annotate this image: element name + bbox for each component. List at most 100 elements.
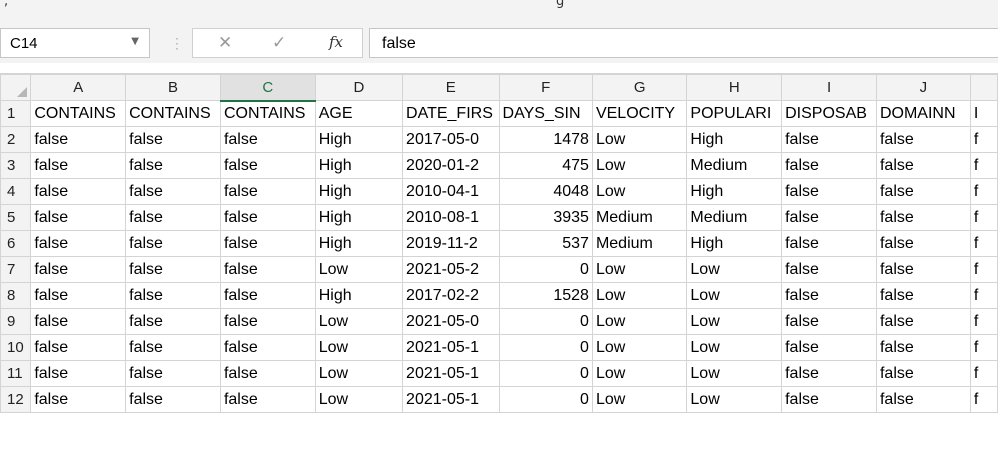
cell[interactable]: 2010-08-1 xyxy=(402,204,500,231)
chevron-down-icon[interactable]: ▼ xyxy=(131,36,139,47)
cell[interactable]: false xyxy=(781,386,877,413)
cell[interactable]: false xyxy=(875,256,971,283)
cell[interactable]: 0 xyxy=(498,386,593,413)
column-header-h[interactable]: H xyxy=(686,74,783,101)
spreadsheet-grid[interactable]: ABCDEFGHIJ 1 CONTAINS CONTAINS CONTAINS AGE D… xyxy=(0,73,998,451)
cell[interactable]: false xyxy=(30,152,127,179)
cell[interactable]: Medium xyxy=(591,204,688,231)
cell[interactable]: false xyxy=(125,308,221,335)
cell[interactable]: false xyxy=(219,230,316,257)
cell[interactable]: Low xyxy=(314,386,404,413)
cell[interactable]: false xyxy=(219,308,316,335)
row-header[interactable]: 7 xyxy=(0,256,32,283)
cell[interactable]: false xyxy=(30,360,127,387)
column-header-e[interactable]: E xyxy=(402,74,500,101)
cell[interactable]: High xyxy=(314,178,404,205)
cell[interactable]: Low xyxy=(686,282,783,309)
cell[interactable]: false xyxy=(219,152,316,179)
cell[interactable]: DISPOSAB xyxy=(781,100,877,127)
cell[interactable]: POPULARI xyxy=(686,100,783,127)
row-header[interactable]: 3 xyxy=(0,152,32,179)
cell[interactable]: Low xyxy=(591,360,688,387)
cell[interactable]: false xyxy=(30,178,127,205)
cell[interactable]: Low xyxy=(591,126,688,153)
column-header-overflow[interactable] xyxy=(969,74,998,101)
row-header[interactable]: 5 xyxy=(0,204,32,231)
cell[interactable]: false xyxy=(781,126,877,153)
cell[interactable]: High xyxy=(314,230,404,257)
sheet-table[interactable]: ABCDEFGHIJ 1 CONTAINS CONTAINS CONTAINS AGE D… xyxy=(0,74,998,413)
cell[interactable]: f xyxy=(969,308,998,335)
cell[interactable]: false xyxy=(125,256,221,283)
cell[interactable]: false xyxy=(219,126,316,153)
cell[interactable]: High xyxy=(314,204,404,231)
cell[interactable]: Low xyxy=(591,282,688,309)
cell[interactable]: false xyxy=(781,178,877,205)
cell[interactable]: f xyxy=(969,256,998,283)
cell[interactable]: I xyxy=(969,100,998,127)
cell[interactable]: High xyxy=(686,126,783,153)
cell[interactable]: false xyxy=(219,282,316,309)
cell[interactable]: CONTAINS xyxy=(125,100,221,127)
cell[interactable]: f xyxy=(969,360,998,387)
column-header-c[interactable]: C xyxy=(219,74,316,102)
cell[interactable]: High xyxy=(314,282,404,309)
formula-input[interactable]: false xyxy=(369,28,998,58)
cell[interactable]: f xyxy=(969,178,998,205)
cell[interactable]: 2021-05-1 xyxy=(402,386,500,413)
cell[interactable]: High xyxy=(686,230,783,257)
cell[interactable]: false xyxy=(875,282,971,309)
cell[interactable]: 2019-11-2 xyxy=(402,230,500,257)
cell[interactable]: false xyxy=(219,256,316,283)
cell[interactable]: 2021-05-1 xyxy=(402,334,500,361)
enter-check-icon[interactable]: ✓ xyxy=(272,33,286,53)
cell[interactable]: 0 xyxy=(498,308,593,335)
cell[interactable]: 537 xyxy=(498,230,593,257)
cell[interactable]: Low xyxy=(314,334,404,361)
cell[interactable]: 2021-05-2 xyxy=(402,256,500,283)
cell[interactable]: Medium xyxy=(686,152,783,179)
cell[interactable]: 0 xyxy=(498,360,593,387)
cell[interactable]: High xyxy=(314,152,404,179)
cell[interactable]: AGE xyxy=(314,100,404,127)
cell[interactable]: false xyxy=(219,204,316,231)
column-header-g[interactable]: G xyxy=(591,74,688,101)
cell[interactable]: f xyxy=(969,334,998,361)
cell[interactable]: false xyxy=(875,334,971,361)
cell[interactable]: false xyxy=(30,230,127,257)
cell[interactable]: false xyxy=(219,334,316,361)
cell[interactable]: Low xyxy=(591,152,688,179)
cell[interactable]: false xyxy=(125,126,221,153)
cell[interactable]: Low xyxy=(314,308,404,335)
cell[interactable]: 0 xyxy=(498,256,593,283)
cell[interactable]: false xyxy=(781,152,877,179)
row-header[interactable]: 4 xyxy=(0,178,32,205)
cell[interactable]: Low xyxy=(591,178,688,205)
cell[interactable]: false xyxy=(781,334,877,361)
cell[interactable]: false xyxy=(781,230,877,257)
cell[interactable]: 4048 xyxy=(498,178,593,205)
cell[interactable]: High xyxy=(686,178,783,205)
cell[interactable]: Low xyxy=(686,334,783,361)
cell[interactable]: false xyxy=(30,386,127,413)
select-all-corner[interactable] xyxy=(0,74,32,101)
cell[interactable]: f xyxy=(969,204,998,231)
cell[interactable]: 1528 xyxy=(498,282,593,309)
cell[interactable]: false xyxy=(781,204,877,231)
cell[interactable]: false xyxy=(219,178,316,205)
cell[interactable]: 1478 xyxy=(498,126,593,153)
row-header[interactable]: 1 xyxy=(0,100,32,127)
cell[interactable]: false xyxy=(30,126,127,153)
cell[interactable]: High xyxy=(314,126,404,153)
cell[interactable]: false xyxy=(875,178,971,205)
cell[interactable]: false xyxy=(125,360,221,387)
cell[interactable]: false xyxy=(30,204,127,231)
row-header[interactable]: 8 xyxy=(0,282,32,309)
column-header-j[interactable]: J xyxy=(875,74,971,101)
cell[interactable]: 2010-04-1 xyxy=(402,178,500,205)
cell[interactable]: false xyxy=(125,282,221,309)
row-header[interactable]: 12 xyxy=(0,386,32,413)
cell[interactable]: false xyxy=(875,308,971,335)
cell[interactable]: f xyxy=(969,386,998,413)
cell[interactable]: false xyxy=(875,230,971,257)
